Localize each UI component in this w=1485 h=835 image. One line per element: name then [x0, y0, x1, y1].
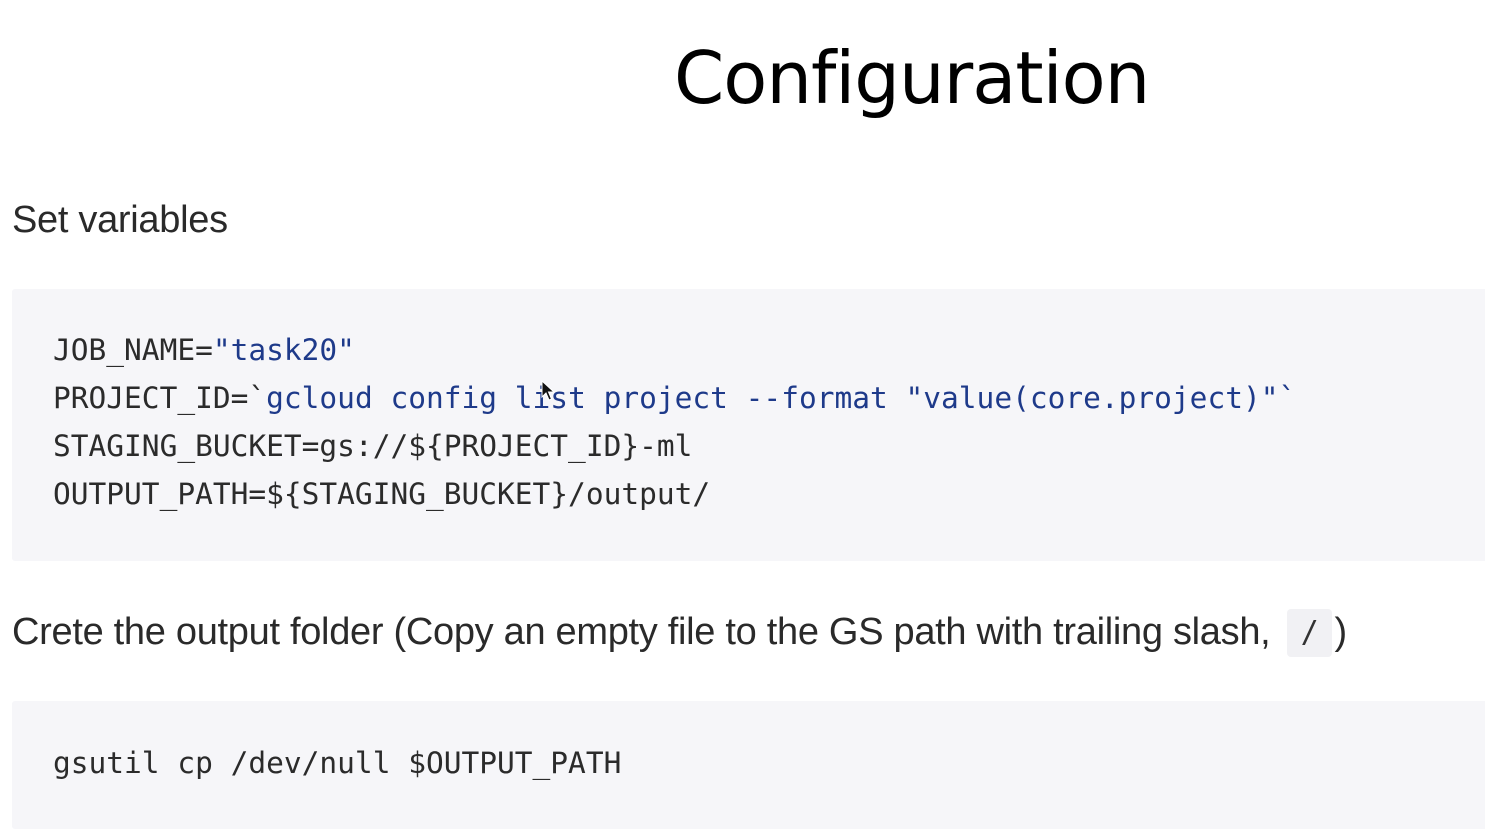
section-heading-create-output-folder: Crete the output folder (Copy an empty f… [12, 608, 1347, 657]
code-line-output-path: OUTPUT_PATH=${STAGING_BUCKET}/output/ [53, 470, 1485, 518]
code-line-job-name: JOB_NAME="task20" [53, 326, 1485, 374]
code-token-plain: PROJECT_ID=` [53, 381, 267, 415]
code-token-string: gcloud config list project --format "val… [266, 381, 1297, 415]
code-token-string: "task20" [212, 333, 355, 367]
section-heading-set-variables: Set variables [12, 199, 228, 241]
slide-title: Configuration [674, 36, 1150, 120]
heading-text-suffix: ) [1334, 611, 1347, 653]
code-block-gsutil[interactable]: gsutil cp /dev/null $OUTPUT_PATH [12, 701, 1485, 829]
mouse-pointer-icon [541, 380, 555, 401]
code-block-variables[interactable]: JOB_NAME="task20" PROJECT_ID=`gcloud con… [12, 289, 1485, 561]
heading-text-prefix: Crete the output folder (Copy an empty f… [12, 611, 1281, 653]
code-line-gsutil-cp: gsutil cp /dev/null $OUTPUT_PATH [53, 739, 1485, 787]
code-line-project-id: PROJECT_ID=`gcloud config list project -… [53, 374, 1485, 422]
code-token-plain: JOB_NAME= [53, 333, 213, 367]
inline-code-slash: / [1286, 609, 1333, 657]
code-token-plain: STAGING_BUCKET=gs://${PROJECT_ID}-ml [53, 429, 693, 463]
code-token-plain: gsutil cp /dev/null $OUTPUT_PATH [53, 746, 622, 780]
code-token-plain: OUTPUT_PATH=${STAGING_BUCKET}/output/ [53, 477, 711, 511]
code-line-staging-bucket: STAGING_BUCKET=gs://${PROJECT_ID}-ml [53, 422, 1485, 470]
